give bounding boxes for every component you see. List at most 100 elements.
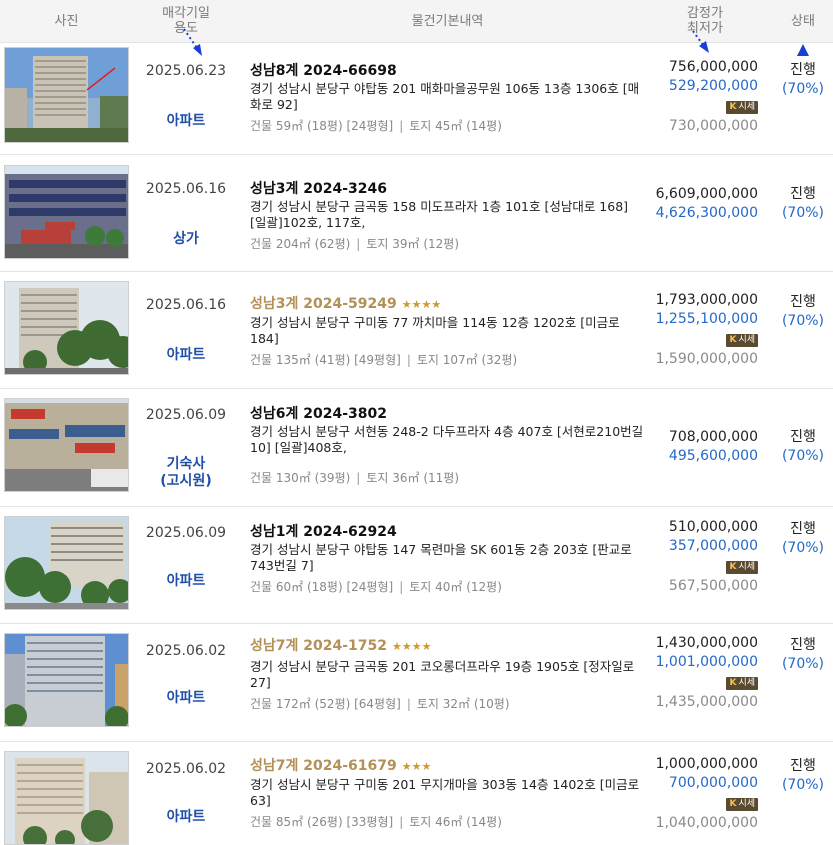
auction-date: 2025.06.23 <box>145 63 227 79</box>
price-block: 708,000,000 495,600,000 <box>669 428 758 466</box>
market-price: 567,500,000 <box>668 578 758 594</box>
property-info: 성남1계 2024-62924 경기 성남시 분당구 야탑동 147 목련마을 … <box>250 523 645 595</box>
property-photo[interactable] <box>4 633 129 727</box>
table-row[interactable]: 2025.06.16 아파트 성남3계 2024-59249 ★★★★ 경기 성남… <box>0 272 833 389</box>
minimum-price: 495,600,000 <box>668 448 758 464</box>
property-area: 건물 172㎡ (52평) [64평형] | 토지 32㎡ (10평) <box>250 697 510 711</box>
header-status[interactable]: 상태 <box>773 0 833 42</box>
appraisal-price: 1,793,000,000 <box>655 292 758 308</box>
case-number-link[interactable]: 성남8계 2024-66698 <box>250 62 645 80</box>
price-block: 1,793,000,000 1,255,100,000 K 시세 1,590,00… <box>656 291 758 369</box>
auction-status: 진행 (70%) <box>781 294 825 329</box>
auction-date: 2025.06.09 <box>145 525 227 541</box>
property-area: 건물 130㎡ (39평) | 토지 36㎡ (11평) <box>250 471 459 485</box>
property-use: 아파트 <box>166 690 206 706</box>
minimum-price: 700,000,000 <box>668 775 758 791</box>
table-row[interactable]: 2025.06.16 상가 성남3계 2024-3246 경기 성남시 분당구 … <box>0 155 833 272</box>
header-date[interactable]: 매각기일 <box>162 6 210 21</box>
market-price: 1,590,000,000 <box>655 351 758 367</box>
market-price: 1,435,000,000 <box>655 694 758 710</box>
appraisal-price: 1,430,000,000 <box>655 635 758 651</box>
property-address: 경기 성남시 분당구 야탑동 147 목련마을 SK 601동 2층 203호 … <box>250 542 632 573</box>
property-info: 성남7계 2024-61679 ★★★ 경기 성남시 분당구 구미동 201 무지… <box>250 757 645 830</box>
market-price: 730,000,000 <box>668 118 758 134</box>
auction-status: 진행 (70%) <box>781 521 825 556</box>
minimum-price: 1,255,100,000 <box>655 311 758 327</box>
market-price-badge[interactable]: K 시세 <box>726 798 758 811</box>
auction-status: 진행 (70%) <box>781 62 825 97</box>
auction-date: 2025.06.02 <box>145 761 227 777</box>
property-photo[interactable] <box>4 281 129 375</box>
case-number-link[interactable]: 성남7계 2024-61679 ★★★ <box>250 757 645 776</box>
auction-status: 진행 (70%) <box>781 429 825 464</box>
kb-logo-icon: K <box>729 562 737 572</box>
property-address: 경기 성남시 분당구 야탑동 201 매화마을공무원 106동 13층 1306… <box>250 81 640 112</box>
case-number-link[interactable]: 성남6계 2024-3802 <box>250 405 645 423</box>
minimum-price: 4,626,300,000 <box>655 205 758 221</box>
property-area: 건물 204㎡ (62평) | 토지 39㎡ (12평) <box>250 237 459 251</box>
appraisal-price: 6,609,000,000 <box>655 186 758 202</box>
kb-logo-icon: K <box>729 799 737 809</box>
header-appraisal[interactable]: 감정가 <box>687 6 723 21</box>
minimum-price: 529,200,000 <box>668 78 758 94</box>
auction-date: 2025.06.16 <box>145 181 227 197</box>
auction-date: 2025.06.09 <box>145 407 227 423</box>
property-photo[interactable] <box>4 165 129 259</box>
market-price-badge[interactable]: K 시세 <box>726 561 758 574</box>
property-address: 경기 성남시 분당구 금곡동 158 미도프라자 1층 101호 [성남대로 1… <box>250 199 629 230</box>
auction-date: 2025.06.02 <box>145 643 227 659</box>
minimum-price: 1,001,000,000 <box>655 654 758 670</box>
auction-list: 2025.06.23 아파트 성남8계 2024-66698 경기 성남시 분당… <box>0 43 833 845</box>
table-row[interactable]: 2025.06.09 아파트 성남1계 2024-62924 경기 성남시 분당… <box>0 507 833 624</box>
market-price-badge[interactable]: K 시세 <box>726 677 758 690</box>
appraisal-price: 510,000,000 <box>668 519 758 535</box>
property-address: 경기 성남시 분당구 금곡동 201 코오롱더프라우 19층 1905호 [정자… <box>250 659 635 690</box>
appraisal-price: 756,000,000 <box>668 59 758 75</box>
table-row[interactable]: 2025.06.02 아파트 성남7계 2024-1752 ★★★★ 경기 성남시… <box>0 624 833 742</box>
property-use: 아파트 <box>166 573 206 589</box>
property-photo[interactable] <box>4 47 129 143</box>
property-area: 건물 60㎡ (18평) [24평형] | 토지 40㎡ (12평) <box>250 580 502 594</box>
property-photo[interactable] <box>4 751 129 845</box>
property-info: 성남8계 2024-66698 경기 성남시 분당구 야탑동 201 매화마을공… <box>250 62 645 134</box>
property-use: 아파트 <box>166 809 206 825</box>
property-info: 성남3계 2024-59249 ★★★★ 경기 성남시 분당구 구미동 77 까치… <box>250 295 645 368</box>
property-address: 경기 성남시 분당구 구미동 201 무지개마을 303동 14층 1402호 … <box>250 777 640 808</box>
market-price: 1,040,000,000 <box>655 815 758 831</box>
kb-logo-icon: K <box>729 102 737 112</box>
price-block: 510,000,000 357,000,000 K 시세 567,500,000 <box>669 518 758 596</box>
price-block: 756,000,000 529,200,000 K 시세 730,000,000 <box>669 58 758 136</box>
minimum-price: 357,000,000 <box>668 538 758 554</box>
property-photo[interactable] <box>4 516 129 610</box>
price-block: 1,000,000,000 700,000,000 K 시세 1,040,000,… <box>656 755 758 833</box>
price-block: 1,430,000,000 1,001,000,000 K 시세 1,435,00… <box>656 634 758 712</box>
auction-status: 진행 (70%) <box>781 758 825 793</box>
table-row[interactable]: 2025.06.23 아파트 성남8계 2024-66698 경기 성남시 분당… <box>0 43 833 155</box>
property-info: 성남6계 2024-3802 경기 성남시 분당구 서현동 248-2 다두프라… <box>250 405 645 486</box>
kb-logo-icon: K <box>729 335 737 345</box>
header-photo: 사진 <box>54 13 79 29</box>
market-price-badge[interactable]: K 시세 <box>726 101 758 114</box>
kb-logo-icon: K <box>729 678 737 688</box>
case-number-link[interactable]: 성남3계 2024-3246 <box>250 180 645 198</box>
rating-stars-icon: ★★★★ <box>401 298 442 311</box>
case-number-link[interactable]: 성남7계 2024-1752 ★★★★ <box>250 637 645 656</box>
case-number-link[interactable]: 성남3계 2024-59249 ★★★★ <box>250 295 645 314</box>
property-area: 건물 135㎡ (41평) [49평형] | 토지 107㎡ (32평) <box>250 353 518 367</box>
property-use: 아파트 <box>166 347 206 363</box>
rating-stars-icon: ★★★ <box>401 760 432 773</box>
case-number-link[interactable]: 성남1계 2024-62924 <box>250 523 645 541</box>
price-block: 6,609,000,000 4,626,300,000 <box>656 185 758 223</box>
property-info: 성남7계 2024-1752 ★★★★ 경기 성남시 분당구 금곡동 201 코오… <box>250 637 645 712</box>
property-area: 건물 59㎡ (18평) [24평형] | 토지 45㎡ (14평) <box>250 119 502 133</box>
table-row[interactable]: 2025.06.02 아파트 성남7계 2024-61679 ★★★ 경기 성남시… <box>0 742 833 845</box>
property-address: 경기 성남시 분당구 구미동 77 까치마을 114동 12층 1202호 [미… <box>250 315 620 346</box>
rating-stars-icon: ★★★★ <box>392 640 432 653</box>
property-photo[interactable] <box>4 398 129 492</box>
property-address: 경기 성남시 분당구 서현동 248-2 다두프라자 4층 407호 [서현로2… <box>250 424 644 455</box>
table-row[interactable]: 2025.06.09 기숙사 (고시원) 성남6계 2024-3802 경기 성남… <box>0 389 833 507</box>
market-price-badge[interactable]: K 시세 <box>726 334 758 347</box>
auction-status: 진행 (70%) <box>781 637 825 672</box>
property-area: 건물 85㎡ (26평) [33평형] | 토지 46㎡ (14평) <box>250 815 502 829</box>
appraisal-price: 1,000,000,000 <box>655 756 758 772</box>
